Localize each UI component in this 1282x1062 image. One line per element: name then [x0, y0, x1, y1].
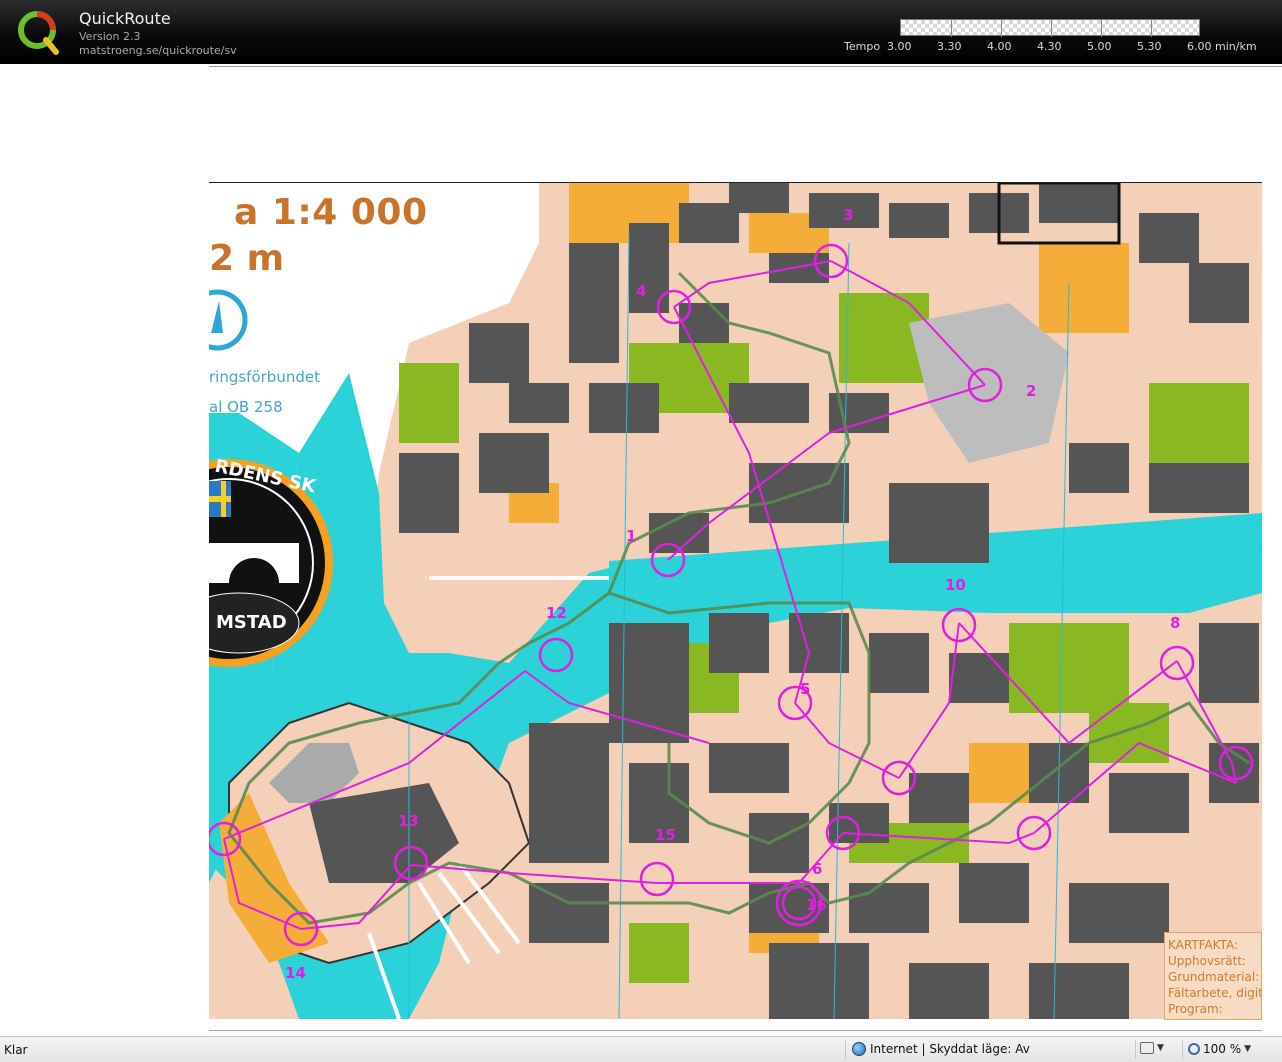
map-facts-line: Upphovsrätt:	[1168, 954, 1247, 968]
tempo-value: 5.30	[1137, 40, 1162, 53]
control-label: 14	[285, 964, 306, 982]
control-label: 1	[626, 527, 637, 545]
map-facts-line: Program:	[1168, 1002, 1223, 1016]
map-top-border	[209, 66, 1282, 67]
orienteering-map[interactable]	[209, 182, 1262, 1019]
app-version: Version 2.3	[79, 30, 141, 43]
tempo-color-scale[interactable]	[900, 19, 1200, 37]
status-divider	[1135, 1040, 1136, 1059]
club-logo-bottom-text: MSTAD	[216, 612, 287, 633]
security-zone-text: Internet | Skyddat läge: Av	[870, 1042, 1030, 1056]
map-facts-line: Fältarbete, digit	[1168, 986, 1262, 1000]
tempo-value: 5.00	[1087, 40, 1112, 53]
tempo-prefix: Tempo	[844, 40, 881, 53]
tempo-tick	[1151, 20, 1152, 37]
map-facts-line: KARTFAKTA:	[1168, 938, 1239, 952]
tempo-unit: min/km	[1215, 40, 1257, 53]
zoom-control[interactable]: 100 % ▼	[1188, 1042, 1251, 1056]
map-viewport[interactable]	[0, 64, 1282, 1036]
tempo-tick	[1051, 20, 1052, 37]
compass-icon	[209, 289, 248, 351]
control-label: 4	[636, 282, 647, 300]
map-equidistance: 2 m	[209, 238, 285, 279]
tempo-value: 4.00	[987, 40, 1012, 53]
status-tools[interactable]: ▼	[1140, 1042, 1164, 1054]
control-label: 5	[800, 680, 811, 698]
control-label: 8	[1170, 614, 1181, 632]
app-header: QuickRoute Version 2.3 matstroeng.se/qui…	[0, 0, 1282, 64]
browser-status-bar: Klar Internet | Skyddat läge: Av ▼ 100 %…	[0, 1036, 1282, 1062]
federation-text: ringsförbundet	[209, 368, 320, 386]
control-label: 12	[546, 604, 567, 622]
control-label: 6	[812, 860, 823, 878]
map-scale: a 1:4 000	[234, 192, 428, 233]
tempo-value: 4.30	[1037, 40, 1062, 53]
globe-icon	[852, 1042, 866, 1056]
status-divider	[845, 1040, 846, 1059]
status-text: Klar	[4, 1043, 28, 1057]
map-facts-box: KARTFAKTA: Upphovsrätt: Grundmaterial: F…	[1164, 932, 1262, 1020]
map-canvas[interactable]	[209, 183, 1262, 1019]
tempo-tick	[951, 20, 952, 37]
status-divider	[1182, 1040, 1183, 1059]
tempo-tick	[1101, 20, 1102, 37]
map-facts-line: Grundmaterial:	[1168, 970, 1260, 984]
chevron-down-icon[interactable]: ▼	[1244, 1044, 1251, 1054]
tempo-value: 3.30	[937, 40, 962, 53]
tempo-value: 3.00	[887, 40, 912, 53]
tempo-value: 6.00	[1187, 40, 1212, 53]
zoom-icon	[1188, 1043, 1200, 1055]
control-label: 16	[806, 896, 827, 914]
control-label: 3	[843, 206, 854, 224]
map-bottom-border	[209, 1030, 1262, 1031]
zoom-level: 100 %	[1203, 1042, 1242, 1056]
app-url[interactable]: matstroeng.se/quickroute/sv	[79, 44, 237, 57]
tempo-tick	[1001, 20, 1002, 37]
club-code-text: al OB 258	[209, 398, 283, 416]
app-title: QuickRoute	[79, 9, 171, 28]
control-label: 2	[1026, 382, 1037, 400]
quickroute-logo-icon	[18, 11, 59, 55]
control-label: 10	[945, 576, 966, 594]
chevron-down-icon[interactable]: ▼	[1157, 1043, 1164, 1053]
control-label: 13	[398, 812, 419, 830]
protected-mode-icon[interactable]	[1140, 1042, 1154, 1054]
control-label: 15	[655, 826, 676, 844]
security-zone[interactable]: Internet | Skyddat läge: Av	[852, 1042, 1030, 1056]
